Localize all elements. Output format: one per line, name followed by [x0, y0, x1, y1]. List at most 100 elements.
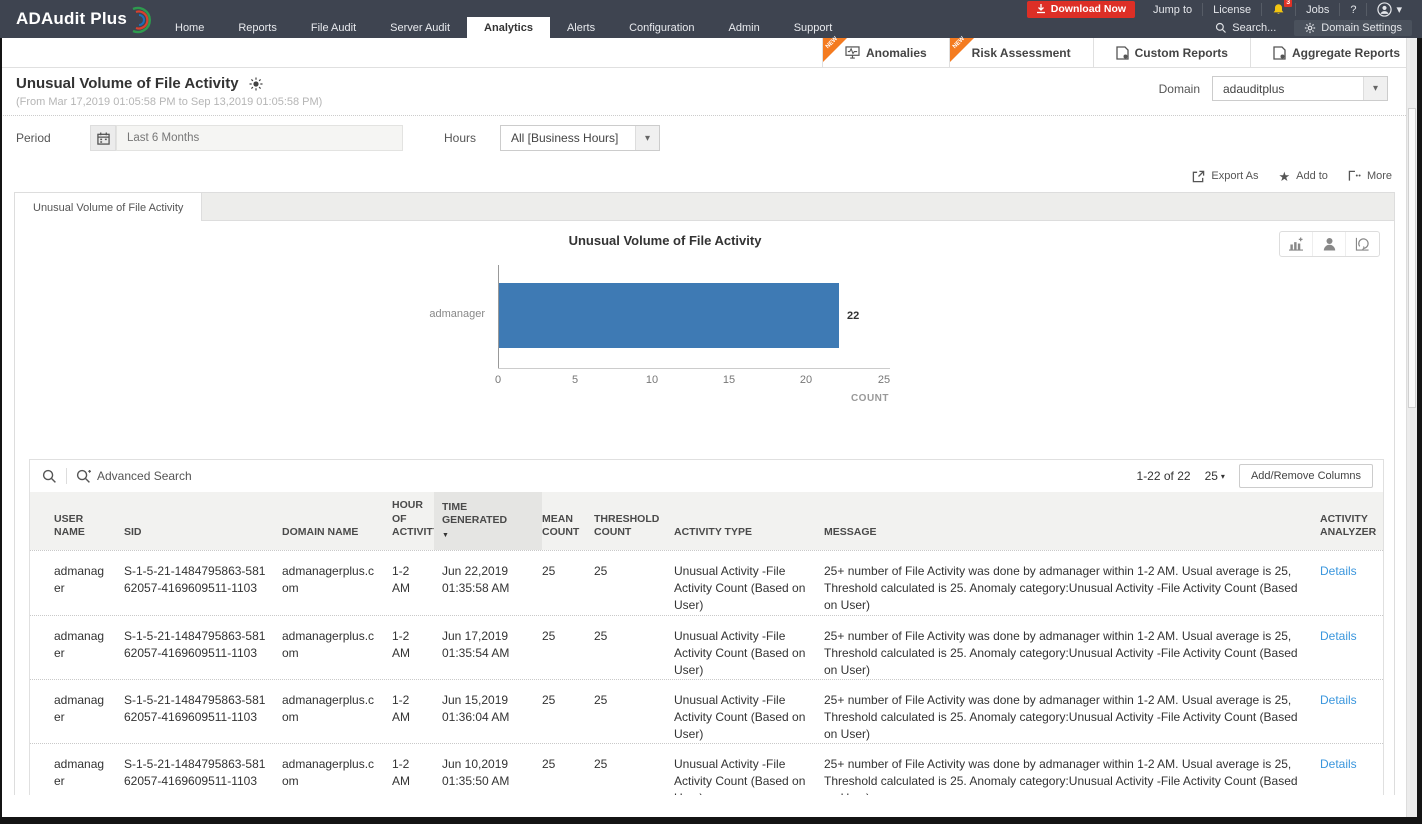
cell-message: 25+ number of File Activity was done by … [824, 744, 1312, 795]
jump-to-link[interactable]: Jump to [1143, 3, 1203, 16]
nav-item-analytics[interactable]: Analytics [467, 17, 550, 38]
license-link[interactable]: License [1203, 3, 1262, 16]
user-menu[interactable]: ▾ [1367, 3, 1412, 16]
x-axis-label: COUNT [815, 393, 889, 404]
col-header-domain-name[interactable]: DOMAIN NAME [282, 492, 392, 550]
nav-item-admin[interactable]: Admin [712, 17, 777, 38]
report-panel-tabs: Unusual Volume of File Activity [15, 193, 1394, 221]
nav-item-support[interactable]: Support [777, 17, 850, 38]
x-tick: 5 [560, 374, 590, 386]
table-row: admanager S-1-5-21-1484795863-58162057-4… [30, 679, 1383, 743]
nav-item-configuration[interactable]: Configuration [612, 17, 711, 38]
cell-message: 25+ number of File Activity was done by … [824, 616, 1312, 687]
filter-bar: Period Last 6 Months Hours All [Business… [0, 116, 1422, 160]
bar[interactable] [499, 283, 839, 348]
col-header-user-name[interactable]: USER NAME [54, 492, 124, 550]
app-logo[interactable]: ADAudit Plus [16, 0, 153, 38]
col-header-sid[interactable]: SID [124, 492, 282, 550]
cell-mean-count: 25 [542, 744, 594, 795]
cell-threshold-count: 25 [594, 744, 674, 795]
global-search[interactable]: Search... [1207, 20, 1284, 36]
details-link[interactable]: Details [1312, 551, 1383, 622]
calendar-icon [97, 132, 110, 145]
advanced-search-button[interactable]: Advanced Search [76, 469, 192, 484]
col-header-threshold-count[interactable]: THRESHOLD COUNT [594, 492, 674, 550]
download-now-button[interactable]: Download Now [1027, 1, 1135, 18]
cell-threshold-count: 25 [594, 680, 674, 751]
topbar-search-row: Search... Domain Settings [1207, 18, 1412, 37]
user-avatar-icon [1377, 2, 1392, 17]
table-search-icon[interactable] [42, 469, 57, 484]
nav-item-server-audit[interactable]: Server Audit [373, 17, 467, 38]
chart-x-axis [498, 368, 890, 369]
cell-time-generated: Jun 10,2019 01:35:50 AM [442, 744, 542, 795]
notification-count-badge: 3 [1284, 0, 1292, 7]
panel-tab-unusual-volume[interactable]: Unusual Volume of File Activity [15, 193, 202, 222]
report-date-range: (From Mar 17,2019 01:05:58 PM to Sep 13,… [16, 96, 322, 108]
notifications-button[interactable]: 3 [1262, 3, 1296, 16]
nav-item-reports[interactable]: Reports [221, 17, 294, 38]
divider [66, 468, 67, 484]
cell-time-generated: Jun 22,2019 01:35:58 AM [442, 551, 542, 622]
x-tick: 25 [869, 374, 899, 386]
col-header-time-generated[interactable]: TIME GENERATED ▼ [434, 492, 542, 550]
topbar-utilities: Download Now Jump to License 3 Jobs ? ▾ [1027, 0, 1412, 19]
col-header-activity-type[interactable]: ACTIVITY TYPE [674, 492, 824, 550]
add-remove-columns-button[interactable]: Add/Remove Columns [1239, 464, 1373, 488]
window-edge [0, 817, 1422, 824]
refresh-chart-button[interactable] [1346, 232, 1379, 256]
more-icon [1348, 170, 1361, 182]
col-header-mean-count[interactable]: MEAN COUNT [542, 492, 594, 550]
tab-anomalies[interactable]: NEW Anomalies [822, 38, 949, 67]
nav-item-file-audit[interactable]: File Audit [294, 17, 373, 38]
col-header-message[interactable]: MESSAGE [824, 492, 1312, 550]
cell-user-name: admanager [54, 551, 124, 622]
table-header-row: USER NAME SID DOMAIN NAME HOUR OF ACTIVI… [30, 492, 1383, 550]
hours-select[interactable]: All [Business Hours] ▾ [500, 125, 660, 151]
details-link[interactable]: Details [1312, 744, 1383, 795]
cell-threshold-count: 25 [594, 551, 674, 622]
tab-custom-reports[interactable]: Custom Reports [1093, 38, 1250, 67]
user-view-button[interactable] [1313, 232, 1346, 256]
new-ribbon: NEW [950, 38, 974, 62]
cell-hour: 1-2 AM [392, 616, 442, 687]
domain-settings-button[interactable]: Domain Settings [1294, 20, 1412, 36]
x-tick: 0 [483, 374, 513, 386]
period-input[interactable]: Last 6 Months [116, 125, 403, 151]
tab-aggregate-reports[interactable]: Aggregate Reports [1250, 38, 1422, 67]
calendar-button[interactable] [90, 125, 116, 151]
custom-reports-icon [1116, 46, 1129, 60]
cell-user-name: admanager [54, 680, 124, 751]
jobs-link[interactable]: Jobs [1296, 3, 1340, 16]
nav-item-alerts[interactable]: Alerts [550, 17, 612, 38]
details-link[interactable]: Details [1312, 616, 1383, 687]
scrollbar-thumb[interactable] [1408, 108, 1416, 408]
pagination-range: 1-22 of 22 [1137, 469, 1191, 483]
scrollbar[interactable] [1406, 38, 1417, 817]
domain-filter: Domain adauditplus ▾ [1159, 76, 1388, 101]
x-tick: 10 [637, 374, 667, 386]
page-size-select[interactable]: 25 ▾ [1205, 469, 1225, 483]
tab-risk-assessment[interactable]: NEW Risk Assessment [949, 38, 1093, 67]
nav-item-home[interactable]: Home [158, 17, 221, 38]
x-tick: 15 [714, 374, 744, 386]
cell-time-generated: Jun 17,2019 01:35:54 AM [442, 616, 542, 687]
sun-icon[interactable] [249, 77, 263, 91]
col-header-activity-analyzer[interactable]: ACTIVITY ANALYZER [1312, 492, 1383, 550]
domain-select[interactable]: adauditplus ▾ [1212, 76, 1388, 101]
help-button[interactable]: ? [1340, 3, 1367, 16]
advanced-search-icon [76, 469, 91, 484]
cell-threshold-count: 25 [594, 616, 674, 687]
export-as-button[interactable]: Export As [1192, 170, 1258, 183]
details-link[interactable]: Details [1312, 680, 1383, 751]
cell-activity-type: Unusual Activity -File Activity Count (B… [674, 680, 824, 751]
chart-toolbar [1279, 231, 1380, 257]
chart-type-button[interactable] [1280, 232, 1313, 256]
search-icon [1215, 22, 1227, 34]
add-to-button[interactable]: ★ Add to [1278, 170, 1327, 183]
cell-activity-type: Unusual Activity -File Activity Count (B… [674, 551, 824, 622]
page-header: Unusual Volume of File Activity (From Ma… [0, 68, 1422, 115]
app-window: ADAudit Plus Home Reports File Audit Ser… [0, 0, 1422, 824]
more-button[interactable]: More [1348, 170, 1392, 182]
cell-user-name: admanager [54, 744, 124, 795]
